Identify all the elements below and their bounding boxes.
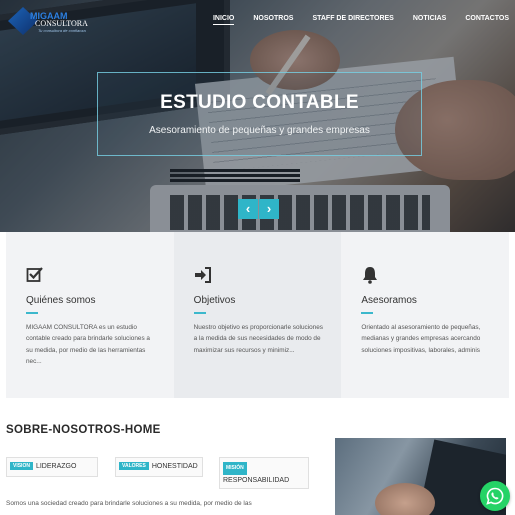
- feature-text: MIGAAM CONSULTORA es un estudio contable…: [26, 324, 150, 365]
- bell-icon: [363, 267, 378, 284]
- sign-in-icon: [194, 267, 211, 283]
- feature-title: Objetivos: [193, 295, 236, 306]
- tag-badge: MISIÓN: [223, 462, 247, 475]
- logo-name-secondary: CONSULTORA: [35, 19, 88, 28]
- checkbox-icon: [26, 267, 43, 282]
- tag-label: LIDERAZGO: [35, 463, 77, 470]
- slider-prev-button[interactable]: ‹: [238, 199, 258, 219]
- feature-text: Nuestro objetivo es proporcionarle soluc…: [193, 324, 323, 354]
- tag-badge: VISION: [10, 462, 33, 470]
- hero-title: ESTUDIO CONTABLE: [160, 92, 359, 113]
- tag-valores: VALORES HONESTIDAD: [115, 457, 203, 477]
- tag-vision: VISION LIDERAZGO: [6, 457, 98, 477]
- tag-badge: VALORES: [119, 462, 149, 470]
- about-text: Somos una sociedad creado para brindarle…: [6, 500, 252, 507]
- logo[interactable]: MIGAAM CONSULTORA Tu consultora de confi…: [8, 7, 88, 35]
- features-section: Quiénes somos MIGAAM CONSULTORA es un es…: [6, 232, 510, 398]
- feature-underline: [361, 312, 374, 314]
- feature-title: Quiénes somos: [26, 295, 96, 306]
- feature-card-objetivos[interactable]: Objetivos Nuestro objetivo es proporcion…: [173, 232, 342, 398]
- feature-title: Asesoramos: [361, 295, 417, 306]
- about-image: [335, 438, 506, 515]
- feature-underline: [193, 312, 206, 314]
- tag-mision: MISIÓN RESPONSABILIDAD: [219, 457, 309, 489]
- feature-underline: [26, 312, 38, 314]
- page: ESTUDIO CONTABLE Asesoramiento de pequeñ…: [0, 0, 515, 515]
- hero-caption-frame: [97, 72, 422, 156]
- whatsapp-icon: [486, 487, 504, 505]
- menu-item-nosotros[interactable]: NOSOTROS: [253, 15, 293, 22]
- slider-next-button[interactable]: ›: [259, 199, 279, 219]
- menu-item-staff[interactable]: STAFF DE DIRECTORES: [312, 15, 393, 22]
- menu-item-noticias[interactable]: NOTICIAS: [413, 15, 446, 22]
- menu-item-inicio[interactable]: INICIO: [212, 15, 235, 25]
- logo-tagline: Tu consultora de confianza: [38, 28, 86, 33]
- feature-text: Orientado al asesoramiento de pequeñas, …: [361, 324, 481, 354]
- feature-card-asesoramos[interactable]: Asesoramos Orientado al asesoramiento de…: [341, 232, 510, 398]
- tag-label: RESPONSABILIDAD: [223, 477, 290, 484]
- about-section-title: SOBRE-NOSOTROS-HOME: [6, 424, 161, 436]
- top-navbar: MIGAAM CONSULTORA Tu consultora de confi…: [0, 0, 515, 40]
- main-menu: INICIO NOSOTROS STAFF DE DIRECTORES NOTI…: [194, 15, 509, 25]
- tag-label: HONESTIDAD: [151, 463, 198, 470]
- whatsapp-button[interactable]: [480, 481, 510, 511]
- menu-item-contactos[interactable]: CONTACTOS: [465, 15, 509, 22]
- hero-subtitle: Asesoramiento de pequeñas y grandes empr…: [149, 125, 370, 136]
- feature-card-quienes-somos[interactable]: Quiénes somos MIGAAM CONSULTORA es un es…: [6, 232, 174, 398]
